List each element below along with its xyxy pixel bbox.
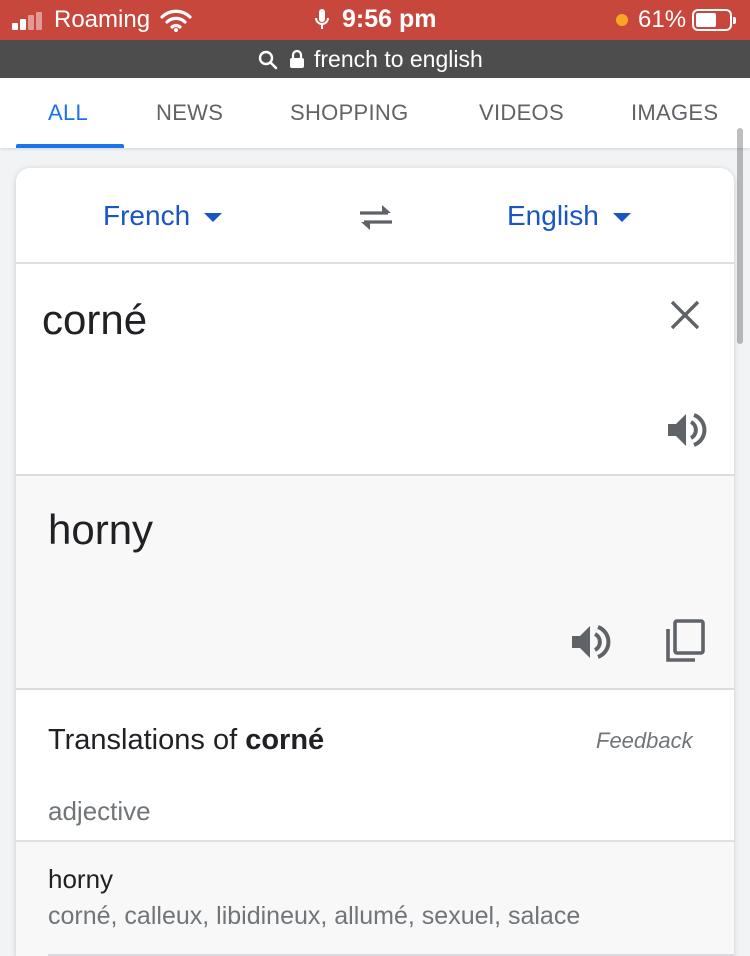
carrier-label: Roaming — [54, 6, 151, 33]
tab-news[interactable]: NEWS — [156, 100, 223, 126]
signal-icon — [12, 12, 46, 30]
active-tab-indicator — [16, 144, 124, 148]
target-language-label: English — [507, 200, 599, 231]
speaker-icon[interactable] — [568, 620, 612, 664]
source-language-button[interactable]: French — [103, 200, 223, 232]
target-language-button[interactable]: English — [507, 200, 631, 232]
swap-icon[interactable] — [356, 202, 396, 232]
list-item[interactable]: horny corné, calleux, libidineux, allumé… — [16, 842, 734, 956]
orange-dot-indicator — [616, 14, 628, 26]
status-bar: Roaming 9:56 pm 61% — [0, 0, 750, 40]
language-selector-row: French English — [16, 168, 734, 264]
translate-card: French English corné horny Translations … — [16, 168, 734, 956]
lock-icon — [290, 49, 304, 68]
tab-images[interactable]: IMAGES — [631, 100, 718, 126]
source-text[interactable]: corné — [42, 296, 147, 344]
source-language-label: French — [103, 200, 191, 231]
tab-shopping[interactable]: SHOPPING — [290, 100, 409, 126]
url-text: french to english — [314, 46, 483, 72]
translation-word: horny — [48, 864, 114, 894]
search-tabs: ALL NEWS SHOPPING VIDEOS IMAGES — [0, 78, 750, 148]
battery-icon — [692, 9, 736, 31]
part-of-speech-label: adjective — [48, 796, 151, 826]
clear-icon[interactable] — [668, 298, 702, 332]
translations-title: Translations of corné — [48, 724, 324, 757]
chevron-down-icon — [612, 213, 631, 223]
chevron-down-icon — [204, 213, 223, 223]
clock: 9:56 pm — [342, 5, 437, 33]
battery-percent: 61% — [638, 6, 687, 33]
tab-all[interactable]: ALL — [48, 100, 88, 126]
translated-text: horny — [48, 506, 154, 553]
speaker-icon[interactable] — [664, 408, 708, 452]
scrollbar[interactable] — [737, 128, 743, 344]
feedback-link[interactable]: Feedback — [596, 728, 693, 754]
search-icon — [258, 50, 278, 70]
translations-title-word: corné — [245, 724, 325, 756]
wifi-icon — [160, 9, 192, 32]
source-text-area[interactable]: corné — [16, 264, 734, 476]
translations-title-prefix: Translations of — [48, 724, 246, 756]
tab-videos[interactable]: VIDEOS — [479, 100, 564, 126]
translations-header: Translations of corné Feedback — [16, 690, 734, 780]
mic-icon — [315, 9, 329, 29]
translation-result-area: horny — [16, 476, 734, 690]
battery-level — [696, 13, 716, 27]
url-bar[interactable]: french to english — [0, 40, 750, 78]
translation-synonyms: corné, calleux, libidineux, allumé, sexu… — [48, 902, 581, 930]
copy-icon[interactable] — [664, 618, 706, 664]
